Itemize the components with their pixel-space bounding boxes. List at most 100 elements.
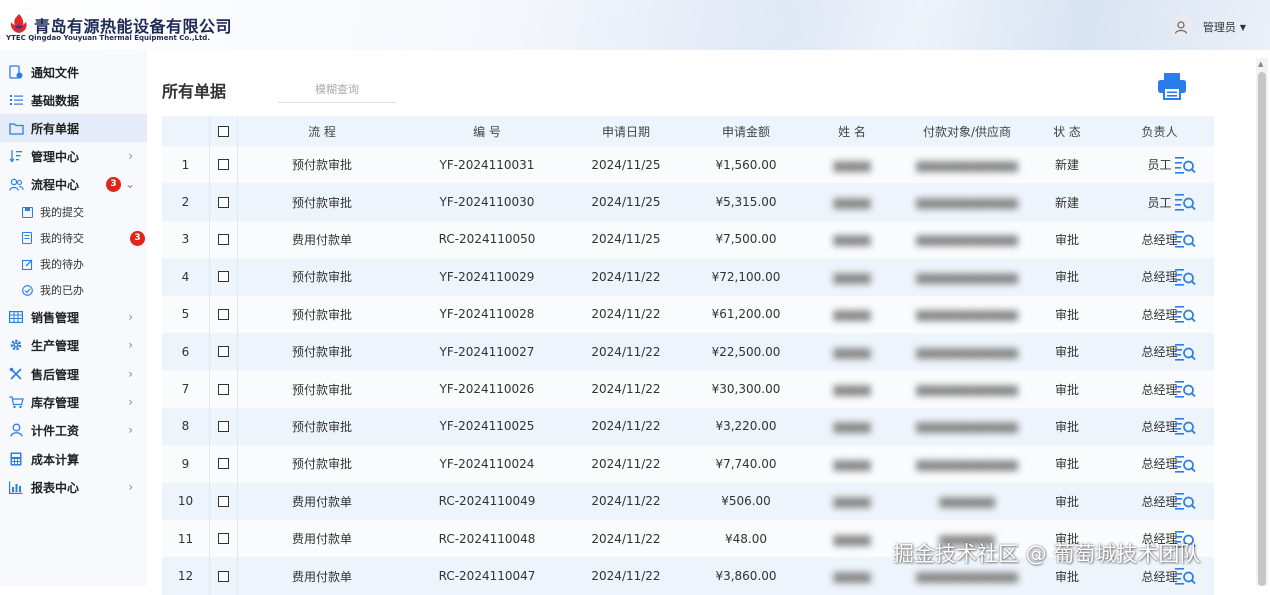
row-select[interactable] bbox=[209, 183, 238, 221]
row-index: 5 bbox=[162, 295, 210, 333]
view-detail-button[interactable] bbox=[1163, 146, 1207, 183]
cell-amount: ¥506.00 bbox=[721, 494, 771, 509]
table-row[interactable]: 8 预付款审批 YF-2024110025 2024/11/22 ¥3,220.00 ▆▆… bbox=[162, 407, 1214, 446]
view-detail-button[interactable] bbox=[1163, 221, 1207, 258]
sidebar-item-after-sales[interactable]: 售后管理 › bbox=[0, 360, 147, 388]
row-checkbox[interactable] bbox=[217, 533, 229, 545]
row-select[interactable] bbox=[209, 557, 238, 595]
view-detail-button[interactable] bbox=[1163, 183, 1207, 220]
cell-date: 2024/11/25 bbox=[591, 195, 661, 210]
cell-flow: 预付款审批 bbox=[291, 345, 352, 360]
sidebar-item-sales[interactable]: 销售管理 › bbox=[0, 303, 147, 331]
vertical-scrollbar[interactable]: ▲ bbox=[1256, 58, 1268, 586]
view-detail-button[interactable] bbox=[1163, 258, 1207, 295]
user-menu[interactable]: 管理员 ▼ bbox=[1168, 15, 1246, 39]
row-checkbox[interactable] bbox=[217, 271, 229, 283]
sidebar-subitem-my-pending-submit[interactable]: 我的待交 3 bbox=[0, 226, 147, 250]
cell-status: 审批 bbox=[1054, 307, 1079, 322]
row-checkbox[interactable] bbox=[217, 233, 229, 245]
view-detail-button[interactable] bbox=[1163, 408, 1207, 445]
sidebar-item-reports[interactable]: 报表中心 › bbox=[0, 473, 147, 501]
row-checkbox[interactable] bbox=[217, 346, 229, 358]
view-detail-button[interactable] bbox=[1163, 445, 1207, 482]
row-index: 10 bbox=[162, 482, 210, 520]
table-row[interactable]: 10 费用付款单 RC-2024110049 2024/11/22 ¥506.00 ▆▆▆… bbox=[162, 482, 1214, 520]
cell-number: RC-2024110049 bbox=[438, 494, 536, 509]
table-row[interactable]: 2 预付款审批 YF-2024110030 2024/11/25 ¥5,315.00 ▆▆… bbox=[162, 183, 1214, 221]
row-select[interactable] bbox=[209, 146, 238, 184]
cell-payee-redacted: ▆▆▆▆▆▆▆▆▆▆▆ bbox=[916, 344, 1018, 359]
sidebar-item-management[interactable]: 管理中心 › bbox=[0, 142, 147, 170]
sidebar-item-flow-center[interactable]: 流程中心 3 ⌄ bbox=[0, 170, 147, 198]
cell-status: 新建 bbox=[1054, 195, 1079, 210]
view-detail-button[interactable] bbox=[1163, 296, 1207, 333]
cell-flow: 费用付款单 bbox=[291, 532, 352, 547]
view-detail-button[interactable] bbox=[1163, 370, 1207, 407]
sidebar-item-all-documents[interactable]: 所有单据 bbox=[0, 114, 147, 142]
print-button[interactable] bbox=[1156, 70, 1188, 102]
sidebar-subitem-my-done[interactable]: 我的已办 bbox=[0, 278, 147, 302]
search-input[interactable] bbox=[278, 76, 396, 103]
row-select[interactable] bbox=[209, 520, 238, 558]
table-row[interactable]: 7 预付款审批 YF-2024110026 2024/11/22 ¥30,300.00 ▆… bbox=[162, 370, 1214, 408]
row-checkbox[interactable] bbox=[217, 383, 229, 395]
select-all-checkbox[interactable] bbox=[217, 125, 229, 137]
cell-date: 2024/11/22 bbox=[591, 382, 661, 397]
row-checkbox[interactable] bbox=[217, 458, 229, 470]
row-checkbox[interactable] bbox=[217, 495, 229, 507]
sidebar-subitem-label: 我的待交 bbox=[40, 232, 84, 245]
cell-payee-redacted: ▆▆▆▆▆▆▆▆▆▆▆ bbox=[916, 269, 1018, 284]
header-status: 状 态 bbox=[1053, 124, 1081, 139]
sidebar-subitem-my-submitted[interactable]: 我的提交 bbox=[0, 200, 147, 224]
row-checkbox[interactable] bbox=[217, 196, 229, 208]
row-checkbox[interactable] bbox=[217, 570, 229, 582]
cell-flow: 预付款审批 bbox=[291, 419, 352, 434]
cell-amount: ¥7,740.00 bbox=[715, 456, 777, 471]
row-checkbox[interactable] bbox=[217, 308, 229, 320]
table-row[interactable]: 5 预付款审批 YF-2024110028 2024/11/22 ¥61,200.00 ▆… bbox=[162, 295, 1214, 333]
table-row[interactable]: 3 费用付款单 RC-2024110050 2024/11/25 ¥7,500.00 ▆▆… bbox=[162, 220, 1214, 259]
cell-flow: 预付款审批 bbox=[291, 195, 352, 210]
row-select[interactable] bbox=[209, 445, 238, 483]
sidebar-item-label: 成本计算 bbox=[31, 452, 80, 467]
view-detail-button[interactable] bbox=[1163, 483, 1207, 520]
scroll-thumb[interactable] bbox=[1258, 72, 1266, 586]
list-icon bbox=[8, 92, 24, 108]
sidebar-item-inventory[interactable]: 库存管理 › bbox=[0, 388, 147, 416]
sidebar-item-label: 所有单据 bbox=[31, 121, 80, 136]
header-payee: 付款对象/供应商 bbox=[922, 124, 1012, 139]
sidebar-item-production[interactable]: 生产管理 › bbox=[0, 331, 147, 359]
notification-badge: 3 bbox=[106, 176, 121, 192]
cell-date: 2024/11/22 bbox=[591, 269, 661, 284]
row-select[interactable] bbox=[209, 258, 238, 296]
table-row[interactable]: 9 预付款审批 YF-2024110024 2024/11/22 ¥7,740.00 ▆▆… bbox=[162, 445, 1214, 483]
cell-payee-redacted: ▆▆▆▆▆▆▆▆▆▆▆ bbox=[916, 456, 1018, 471]
list-search-icon bbox=[1175, 231, 1196, 249]
row-checkbox[interactable] bbox=[217, 420, 229, 432]
sidebar-item-piece-wage[interactable]: 计件工资 › bbox=[0, 416, 147, 444]
cell-amount: ¥1,560.00 bbox=[715, 157, 777, 172]
scroll-up-icon[interactable]: ▲ bbox=[1258, 60, 1263, 68]
caret-down-icon[interactable]: ▼ bbox=[1240, 23, 1246, 32]
sidebar-item-notice[interactable]: 通知文件 bbox=[0, 58, 147, 86]
row-select[interactable] bbox=[209, 220, 238, 259]
user-name[interactable]: 管理员 bbox=[1203, 19, 1236, 35]
row-select[interactable] bbox=[209, 407, 238, 446]
row-select[interactable] bbox=[209, 482, 238, 520]
table-row[interactable]: 4 预付款审批 YF-2024110029 2024/11/22 ¥72,100.00 ▆… bbox=[162, 258, 1214, 296]
list-search-icon bbox=[1175, 194, 1196, 211]
avatar-icon[interactable] bbox=[1168, 15, 1193, 39]
table-row[interactable]: 6 预付款审批 YF-2024110027 2024/11/22 ¥22,500.00 ▆… bbox=[162, 333, 1214, 371]
header-select-all[interactable] bbox=[209, 116, 238, 146]
chevron-right-icon: › bbox=[128, 367, 133, 381]
row-select[interactable] bbox=[209, 370, 238, 408]
row-checkbox[interactable] bbox=[217, 159, 229, 171]
sidebar-item-cost[interactable]: 成本计算 bbox=[0, 445, 147, 473]
row-select[interactable] bbox=[209, 295, 238, 333]
sidebar-subitem-my-todo[interactable]: 我的待办 bbox=[0, 252, 147, 276]
row-select[interactable] bbox=[209, 333, 238, 371]
view-detail-button[interactable] bbox=[1163, 333, 1207, 370]
sidebar-item-basic-data[interactable]: 基础数据 bbox=[0, 86, 147, 114]
cell-date: 2024/11/22 bbox=[591, 344, 661, 359]
table-row[interactable]: 1 预付款审批 YF-2024110031 2024/11/25 ¥1,560.00 ▆▆… bbox=[162, 146, 1214, 184]
